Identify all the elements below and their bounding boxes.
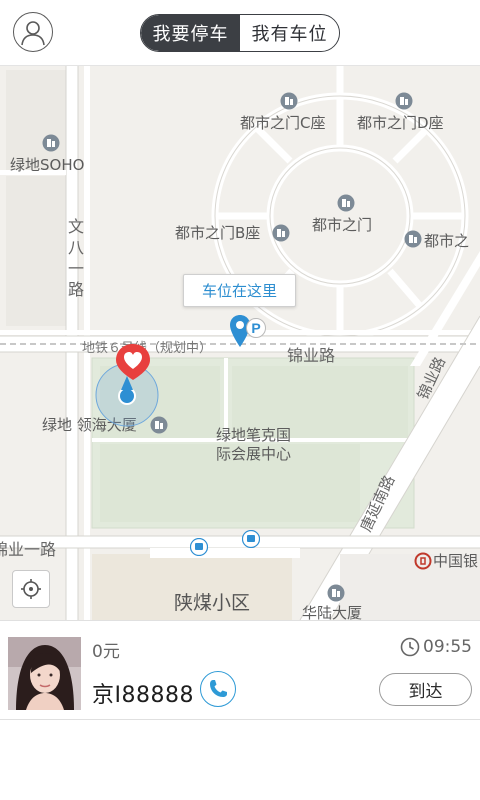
locate-me-button[interactable] — [12, 570, 50, 608]
driver-avatar — [8, 637, 81, 710]
bank-icon — [414, 552, 432, 570]
building-icon — [42, 134, 60, 152]
app-root: 我要停车 我有车位 都市之门C座 都市之门D座 绿地SOHO 都市之门B座 都市… — [0, 0, 480, 800]
phone-icon — [210, 680, 227, 697]
poi-label: 都市之门D座 — [357, 114, 444, 132]
clock-icon — [400, 637, 420, 657]
driver-photo — [8, 637, 81, 710]
road-label: 文八一路 — [68, 217, 85, 299]
building-icon — [337, 194, 355, 212]
tab-have-spot[interactable]: 我有车位 — [240, 15, 339, 51]
driver-info-card: 0元 09:55 京I88888 到达 — [0, 620, 480, 720]
bus-stop-icon — [242, 530, 260, 548]
poi-label: 中国银 — [433, 552, 479, 570]
top-bar: 我要停车 我有车位 — [0, 0, 480, 66]
poi-label: 陕煤小区 — [174, 592, 251, 614]
road-label: 锦业一路 — [0, 540, 57, 559]
license-plate: 京I88888 — [92, 683, 194, 708]
time-text: 09:55 — [423, 637, 472, 657]
price-text: 0元 — [92, 642, 120, 662]
parking-spot-callout[interactable]: 车位在这里 — [183, 274, 296, 307]
poi-label: 都市之 — [424, 232, 470, 250]
call-button[interactable] — [200, 671, 236, 707]
poi-label: 华陆大厦 — [302, 604, 363, 620]
building-icon — [272, 224, 290, 242]
heart-marker-icon — [116, 344, 150, 380]
user-icon — [21, 21, 45, 46]
user-profile-button[interactable] — [13, 12, 53, 52]
poi-label: 都市之门 — [312, 216, 373, 234]
mode-switch: 我要停车 我有车位 — [140, 14, 340, 52]
building-icon — [327, 584, 345, 602]
crosshair-icon — [21, 579, 41, 599]
bus-stop-icon — [190, 538, 208, 556]
poi-label: 绿地SOHO — [10, 156, 85, 174]
poi-label: 都市之门B座 — [175, 224, 261, 242]
tab-need-parking[interactable]: 我要停车 — [141, 15, 240, 51]
building-icon — [404, 230, 422, 248]
road-label: 锦业路 — [287, 346, 336, 365]
arrive-button[interactable]: 到达 — [379, 673, 472, 706]
time-display: 09:55 — [400, 637, 472, 657]
svg-text:P: P — [251, 320, 260, 336]
building-icon — [395, 92, 413, 110]
map-view[interactable]: 都市之门C座 都市之门D座 绿地SOHO 都市之门B座 都市之门 都市之 绿地 … — [0, 66, 480, 620]
building-icon — [280, 92, 298, 110]
poi-label: 绿地笔克国际会展中心 — [216, 426, 292, 463]
parking-icon: P — [246, 318, 266, 338]
poi-label: 都市之门C座 — [240, 114, 326, 132]
